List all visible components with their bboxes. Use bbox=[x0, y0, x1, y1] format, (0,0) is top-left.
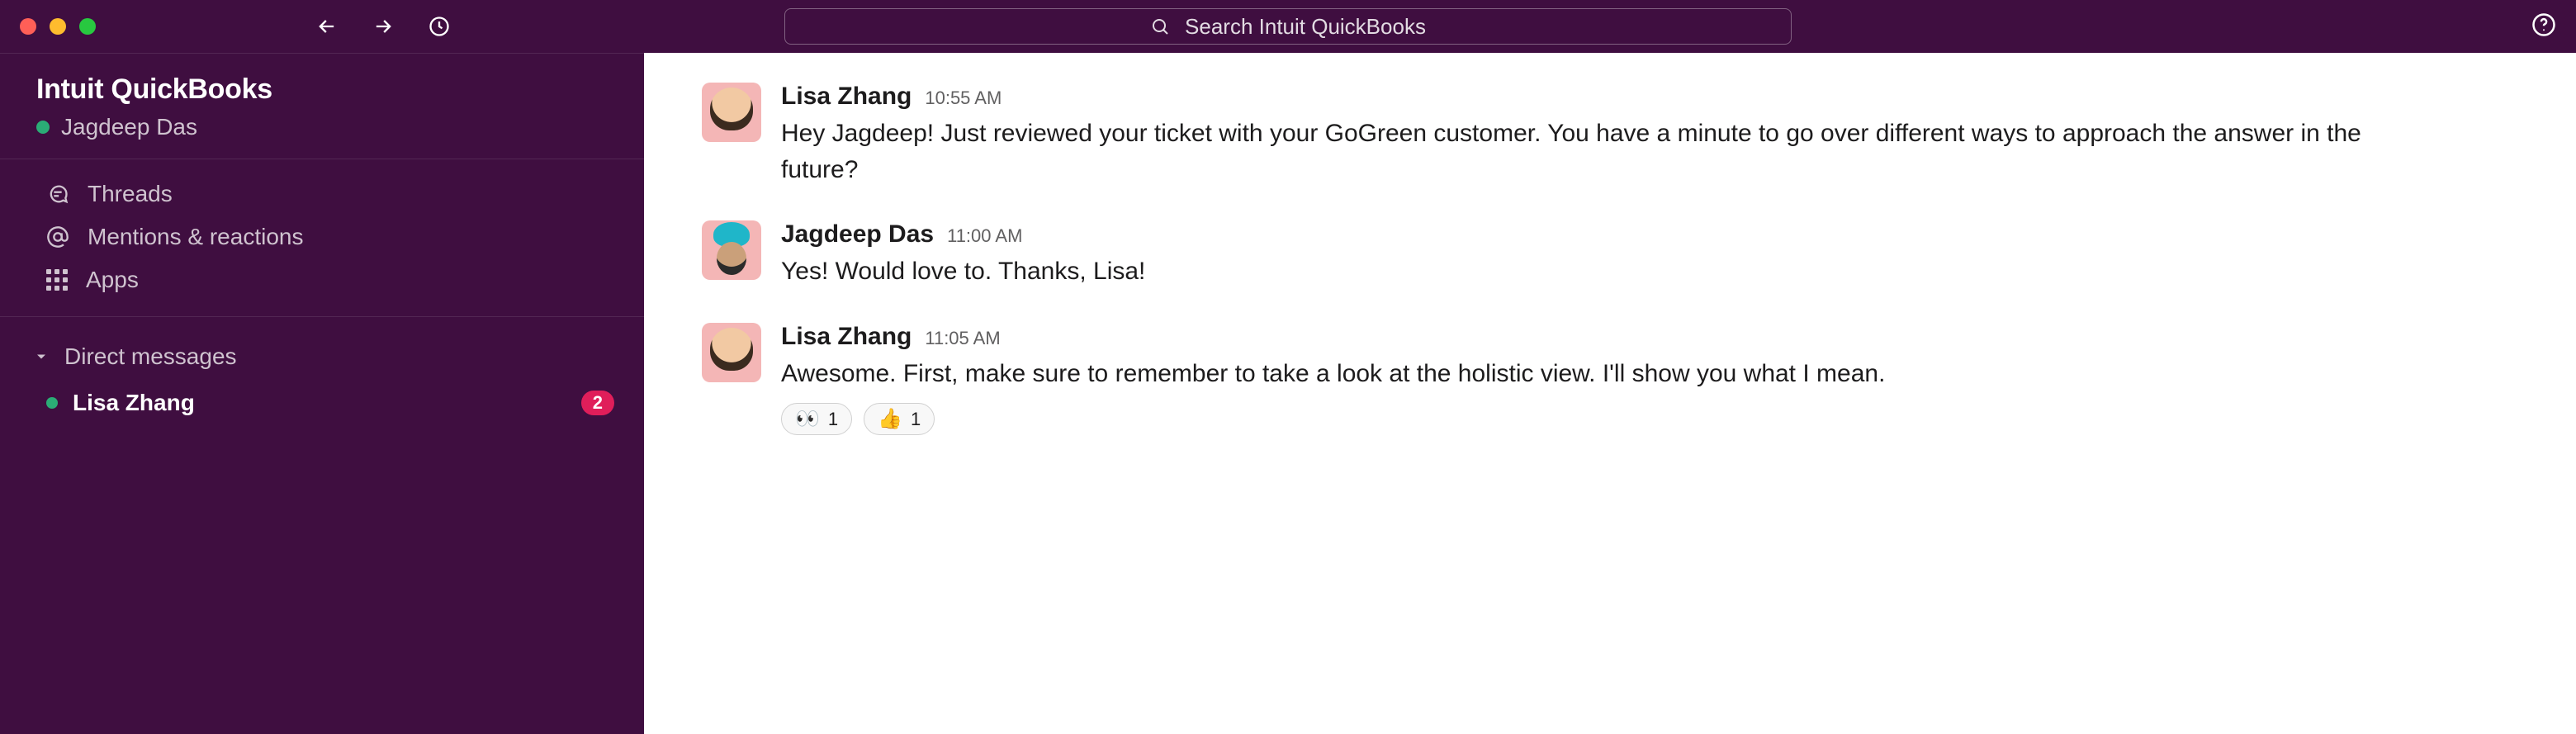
window-maximize-button[interactable] bbox=[79, 18, 96, 35]
forward-button[interactable] bbox=[367, 10, 400, 43]
message-text: Awesome. First, make sure to remember to… bbox=[781, 356, 2432, 392]
current-user-name: Jagdeep Das bbox=[61, 114, 197, 140]
thumbs-up-emoji-icon: 👍 bbox=[878, 407, 902, 431]
workspace-header[interactable]: Intuit QuickBooks Jagdeep Das bbox=[0, 54, 644, 159]
history-button[interactable] bbox=[423, 10, 456, 43]
message-timestamp: 11:00 AM bbox=[947, 225, 1022, 247]
message-timestamp: 11:05 AM bbox=[925, 328, 1000, 349]
arrow-left-icon bbox=[315, 15, 339, 38]
dm-item-lisa-zhang[interactable]: Lisa Zhang 2 bbox=[0, 380, 644, 426]
search-input[interactable]: Search Intuit QuickBooks bbox=[784, 8, 1792, 45]
window-close-button[interactable] bbox=[20, 18, 36, 35]
message-text: Yes! Would love to. Thanks, Lisa! bbox=[781, 253, 2432, 290]
message-text: Hey Jagdeep! Just reviewed your ticket w… bbox=[781, 116, 2432, 187]
sidebar-item-threads[interactable]: Threads bbox=[0, 173, 644, 215]
eyes-emoji-icon: 👀 bbox=[795, 407, 820, 431]
sidebar-item-label: Threads bbox=[88, 181, 173, 207]
reaction-count: 1 bbox=[828, 409, 838, 430]
sidebar-section-dms: Direct messages Lisa Zhang 2 bbox=[0, 317, 644, 426]
apps-icon bbox=[46, 269, 68, 291]
sidebar-item-label: Apps bbox=[86, 267, 139, 293]
clock-icon bbox=[428, 15, 451, 38]
avatar[interactable] bbox=[702, 83, 761, 142]
message: Lisa Zhang 10:55 AM Hey Jagdeep! Just re… bbox=[702, 83, 2518, 187]
window-minimize-button[interactable] bbox=[50, 18, 66, 35]
history-nav bbox=[310, 10, 456, 43]
workspace-name: Intuit QuickBooks bbox=[36, 73, 614, 106]
message-timestamp: 10:55 AM bbox=[925, 88, 1002, 109]
presence-active-icon bbox=[36, 121, 50, 134]
sidebar: Intuit QuickBooks Jagdeep Das Threads Me… bbox=[0, 53, 644, 734]
back-button[interactable] bbox=[310, 10, 343, 43]
message-pane: Lisa Zhang 10:55 AM Hey Jagdeep! Just re… bbox=[644, 53, 2576, 734]
presence-active-icon bbox=[46, 397, 58, 409]
sidebar-nav: Threads Mentions & reactions Apps bbox=[0, 159, 644, 317]
message: Lisa Zhang 11:05 AM Awesome. First, make… bbox=[702, 323, 2518, 436]
message-author[interactable]: Lisa Zhang bbox=[781, 83, 912, 111]
dm-item-name: Lisa Zhang bbox=[73, 390, 195, 416]
dm-section-header[interactable]: Direct messages bbox=[0, 334, 644, 380]
sidebar-item-mentions[interactable]: Mentions & reactions bbox=[0, 215, 644, 258]
reaction-thumbs-up[interactable]: 👍 1 bbox=[864, 403, 935, 435]
sidebar-item-apps[interactable]: Apps bbox=[0, 258, 644, 301]
reactions: 👀 1 👍 1 bbox=[781, 403, 2518, 435]
unread-badge: 2 bbox=[581, 391, 614, 415]
help-button[interactable] bbox=[2531, 12, 2556, 41]
message-author[interactable]: Jagdeep Das bbox=[781, 220, 934, 249]
search-icon bbox=[1150, 17, 1170, 36]
titlebar: Search Intuit QuickBooks bbox=[0, 0, 2576, 53]
threads-icon bbox=[46, 182, 69, 206]
avatar[interactable] bbox=[702, 220, 761, 280]
current-user-status: Jagdeep Das bbox=[36, 114, 614, 140]
message: Jagdeep Das 11:00 AM Yes! Would love to.… bbox=[702, 220, 2518, 290]
sidebar-item-label: Mentions & reactions bbox=[88, 224, 303, 250]
help-icon bbox=[2531, 12, 2556, 37]
reaction-count: 1 bbox=[911, 409, 921, 430]
mentions-icon bbox=[46, 225, 69, 249]
arrow-right-icon bbox=[372, 15, 395, 38]
reaction-eyes[interactable]: 👀 1 bbox=[781, 403, 852, 435]
avatar[interactable] bbox=[702, 323, 761, 382]
message-author[interactable]: Lisa Zhang bbox=[781, 323, 912, 351]
dm-section-label: Direct messages bbox=[64, 343, 237, 370]
window-controls bbox=[20, 18, 96, 35]
caret-down-icon bbox=[33, 348, 50, 365]
search-placeholder: Search Intuit QuickBooks bbox=[1185, 14, 1426, 40]
